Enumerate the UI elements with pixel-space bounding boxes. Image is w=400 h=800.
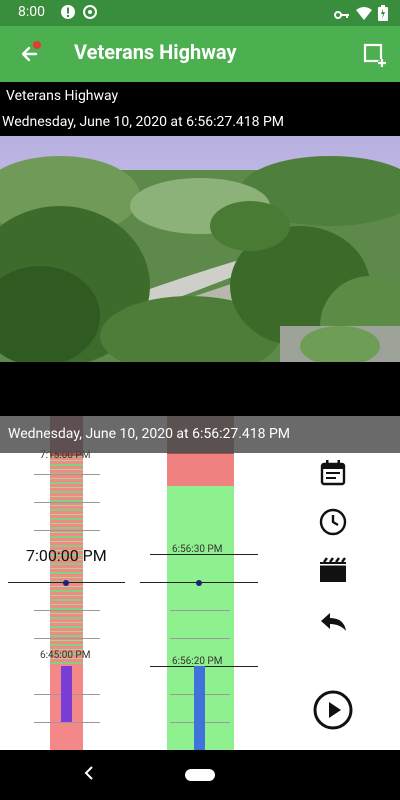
tick (170, 610, 230, 611)
tick (34, 610, 100, 611)
app-bar: Veterans Highway (0, 26, 400, 82)
status-bar: 8:00 (0, 0, 400, 26)
tick (34, 722, 100, 723)
tick (34, 474, 100, 475)
video-panel[interactable]: Veterans Highway Wednesday, June 10, 202… (0, 82, 400, 416)
tick (34, 638, 100, 639)
camera-timestamp: Wednesday, June 10, 2020 at 6:56:27.418 … (2, 114, 285, 130)
playhead-dot-overview (63, 580, 69, 586)
tick (170, 638, 230, 639)
timeline-label-right-1: 6:56:30 PM (172, 544, 223, 555)
crop-add-icon (363, 43, 386, 67)
reply-icon (321, 613, 346, 631)
crop-button[interactable] (360, 40, 388, 68)
calendar-icon (320, 460, 346, 486)
sync-icon (82, 4, 98, 24)
tick (34, 502, 100, 503)
alert-icon (60, 4, 76, 24)
status-right-icons (334, 5, 388, 25)
time-button[interactable] (316, 505, 350, 539)
battery-icon (378, 5, 388, 25)
tick (34, 530, 100, 531)
back-button[interactable] (14, 38, 46, 70)
clips-button[interactable] (316, 554, 350, 588)
timeline-label-major: 7:00:00 PM (26, 546, 107, 565)
playhead-detail[interactable] (194, 666, 205, 750)
vpn-key-icon (334, 6, 350, 25)
status-time: 8:00 (18, 4, 45, 20)
playhead-dot-detail (196, 580, 202, 586)
camera-image (0, 136, 400, 362)
status-left-icons (60, 4, 98, 24)
clock-icon (319, 508, 347, 536)
movie-icon (320, 557, 346, 582)
timeline[interactable]: 7:15:00 PM 7:00:00 PM 6:45:00 PM 6:56:30… (0, 416, 400, 750)
playhead-overview[interactable] (61, 666, 72, 722)
chevron-left-icon (84, 766, 93, 780)
nav-home-button[interactable] (185, 769, 215, 781)
play-circle-icon (313, 690, 353, 730)
camera-name: Veterans Highway (6, 88, 119, 104)
timeline-timestamp: Wednesday, June 10, 2020 at 6:56:27.418 … (0, 416, 400, 453)
wifi-icon (356, 6, 372, 25)
play-button[interactable] (312, 689, 354, 731)
arrow-back-icon (21, 46, 38, 62)
replay-button[interactable] (316, 604, 350, 638)
content: Veterans Highway Wednesday, June 10, 202… (0, 82, 400, 750)
system-nav-bar (0, 750, 400, 800)
timeline-label-3: 6:45:00 PM (40, 650, 91, 661)
notification-dot (33, 41, 41, 49)
calendar-button[interactable] (316, 456, 350, 490)
nav-back-button[interactable] (82, 764, 96, 787)
page-title: Veterans Highway (74, 40, 237, 64)
